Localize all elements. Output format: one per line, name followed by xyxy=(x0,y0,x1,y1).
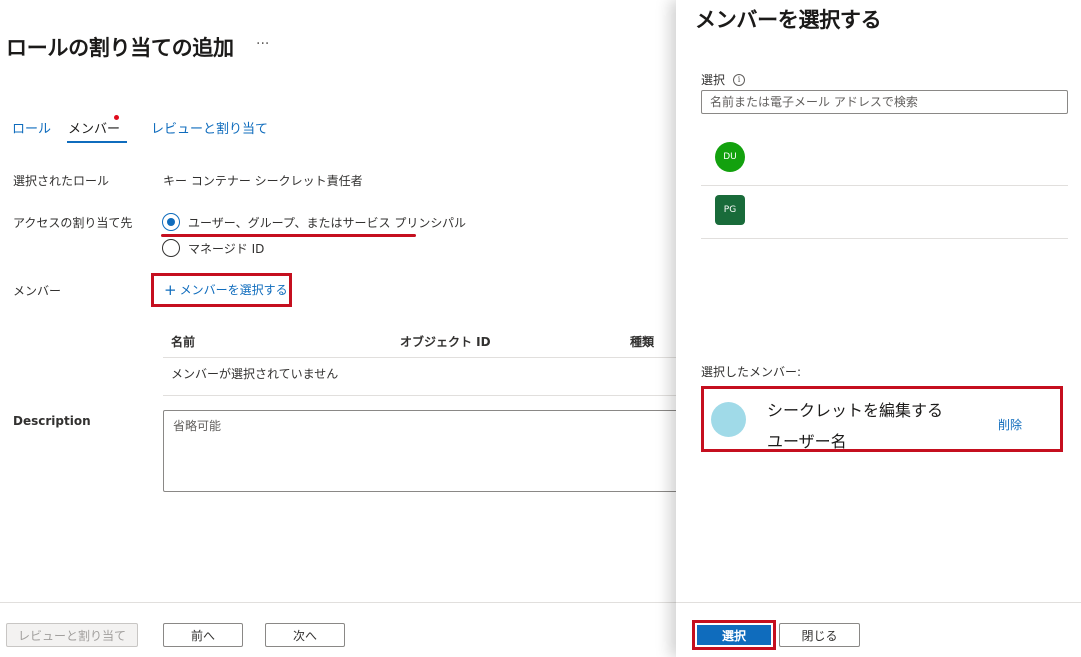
column-header-object-id: オブジェクト ID xyxy=(400,335,491,349)
column-header-type: 種類 xyxy=(630,335,655,349)
add-role-assignment-page: ロールの割り当ての追加 ··· ロール メンバー レビューと割り当て 選択された… xyxy=(0,0,683,657)
radio-managed-identity[interactable]: マネージド ID xyxy=(162,238,264,258)
highlight-underline xyxy=(161,234,416,237)
remove-member-link[interactable]: 削除 xyxy=(998,416,1022,433)
radio-label: ユーザー、グループ、またはサービス プリンシパル xyxy=(188,215,467,230)
table-divider xyxy=(163,395,676,396)
plus-icon: + xyxy=(164,280,177,299)
search-result-item[interactable]: DU xyxy=(701,134,1068,186)
tab-members[interactable]: メンバー xyxy=(68,118,120,137)
radio-user-group-sp[interactable]: ユーザー、グループ、またはサービス プリンシパル xyxy=(162,212,466,232)
selected-role-value: キー コンテナー シークレット責任者 xyxy=(163,174,363,188)
review-assign-button[interactable]: レビューと割り当て xyxy=(6,623,138,647)
close-button[interactable]: 閉じる xyxy=(779,623,860,647)
select-button-highlight: 選択 xyxy=(692,620,776,650)
selected-members-label: 選択したメンバー: xyxy=(701,365,802,379)
previous-button[interactable]: 前へ xyxy=(163,623,243,647)
selected-member-name: シークレットを編集する xyxy=(767,401,944,420)
panel-footer-divider xyxy=(676,602,1081,603)
description-textarea[interactable]: 省略可能 xyxy=(163,410,683,492)
tab-role[interactable]: ロール xyxy=(12,118,51,137)
select-members-label: メンバーを選択する xyxy=(179,283,288,297)
column-header-name: 名前 xyxy=(171,335,196,349)
more-options-icon[interactable]: ··· xyxy=(256,36,269,52)
selected-member-avatar xyxy=(711,402,746,437)
footer-divider xyxy=(0,602,676,603)
description-label: Description xyxy=(13,414,91,428)
select-members-link[interactable]: + メンバーを選択する xyxy=(164,281,288,298)
assign-access-to-label: アクセスの割り当て先 xyxy=(13,216,133,230)
page-title: ロールの割り当ての追加 xyxy=(6,36,234,60)
panel-title: メンバーを選択する xyxy=(695,8,882,32)
info-icon[interactable]: i xyxy=(733,73,746,86)
table-divider xyxy=(163,357,676,358)
select-label-text: 選択 xyxy=(701,73,726,87)
select-field-label: 選択 i xyxy=(701,71,746,88)
avatar: DU xyxy=(715,142,745,172)
selected-member-subtitle: ユーザー名 xyxy=(767,432,847,451)
member-search-input[interactable] xyxy=(701,90,1068,114)
next-button[interactable]: 次へ xyxy=(265,623,345,647)
members-label: メンバー xyxy=(13,284,62,298)
required-indicator-dot xyxy=(114,115,119,120)
search-result-item[interactable]: PG xyxy=(701,187,1068,239)
selected-role-label: 選択されたロール xyxy=(13,174,110,188)
tab-review-assign[interactable]: レビューと割り当て xyxy=(151,118,268,137)
avatar: PG xyxy=(715,195,745,225)
radio-label: マネージド ID xyxy=(188,241,265,256)
select-button[interactable]: 選択 xyxy=(697,625,771,645)
active-tab-indicator xyxy=(67,141,127,143)
radio-checked-icon[interactable] xyxy=(162,213,180,231)
radio-unchecked-icon[interactable] xyxy=(162,239,180,257)
table-empty-message: メンバーが選択されていません xyxy=(171,367,339,381)
select-members-panel: メンバーを選択する 選択 i DU PG 選択したメンバー: シークレットを編集… xyxy=(676,0,1081,657)
